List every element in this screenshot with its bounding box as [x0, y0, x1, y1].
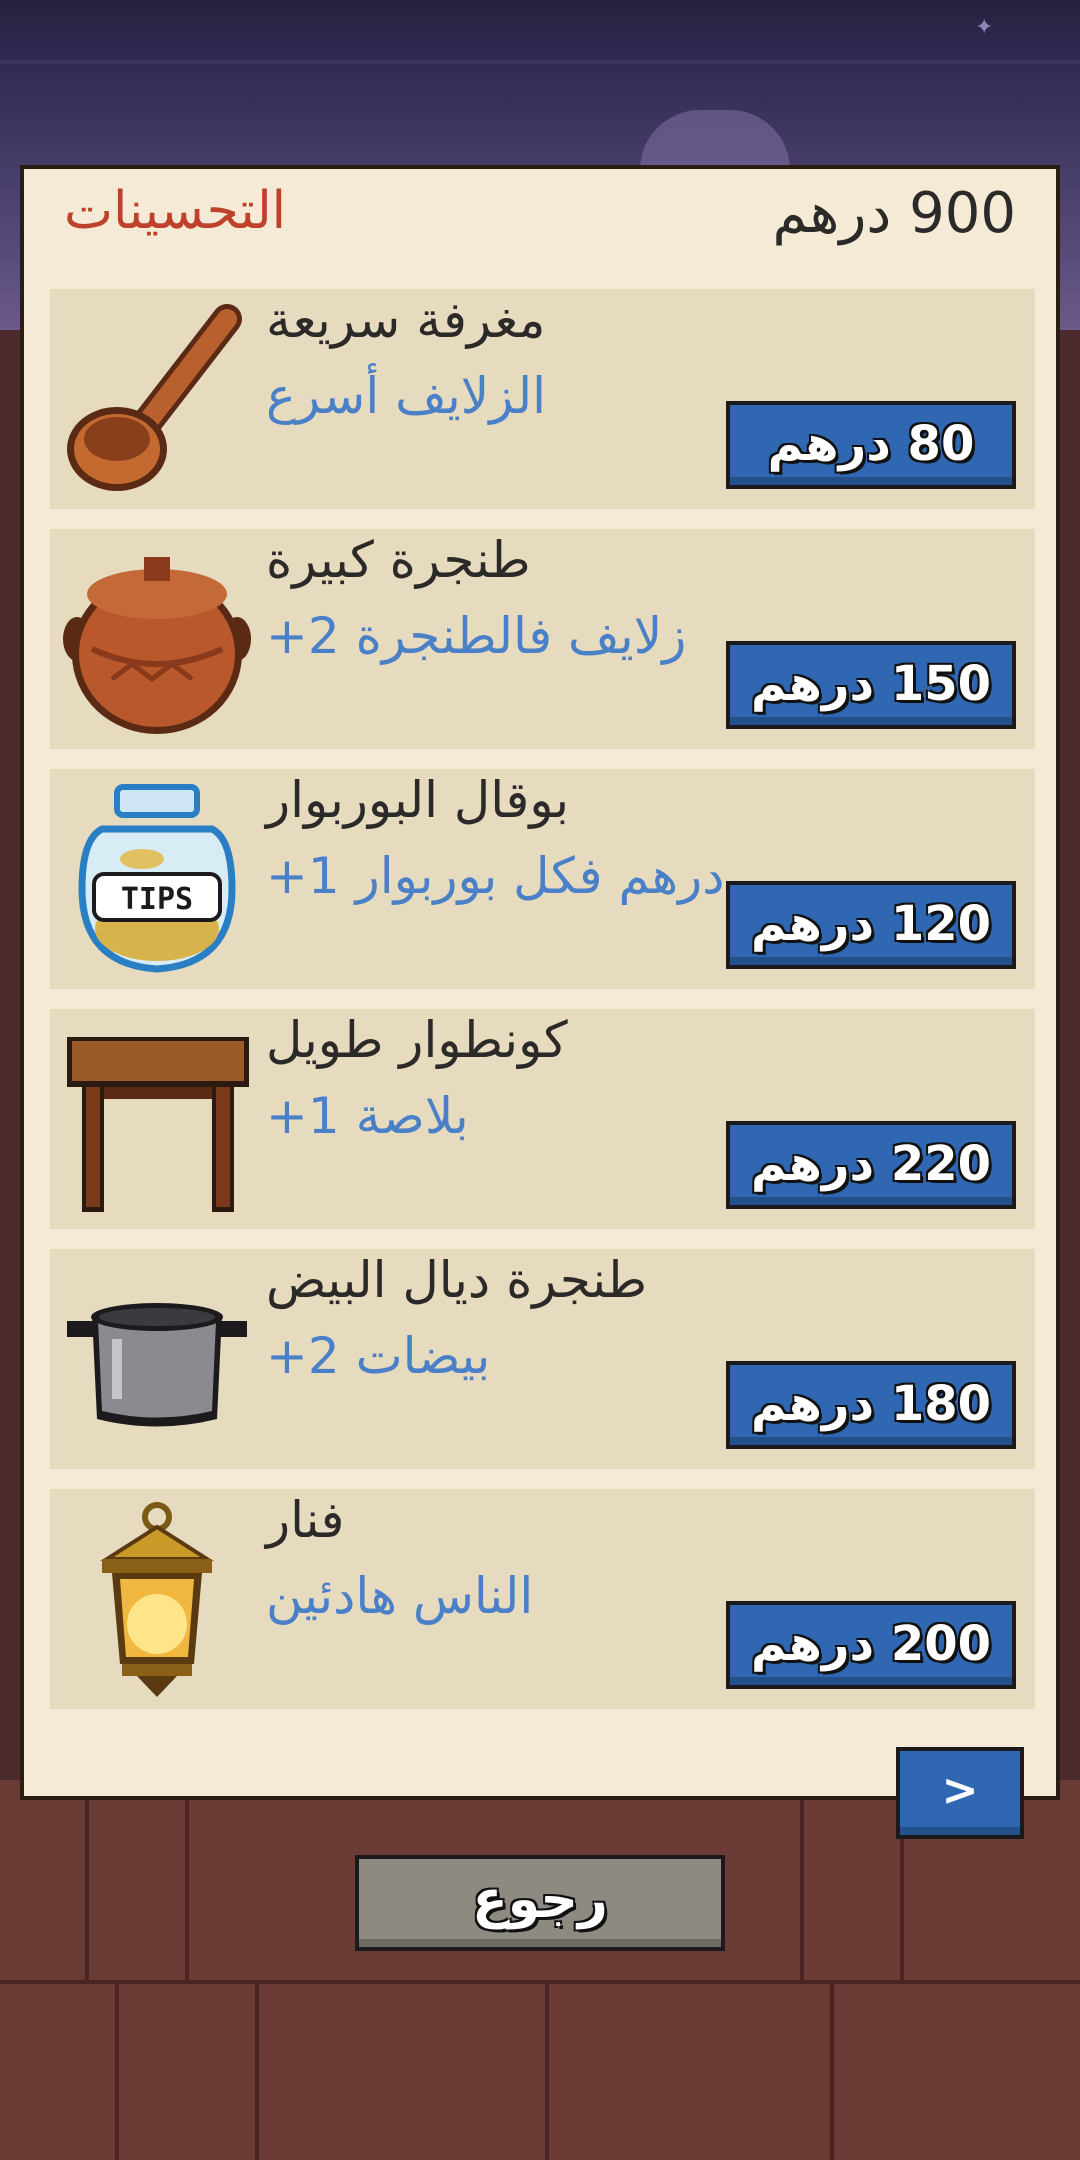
back-button[interactable]: رجوع	[355, 1855, 725, 1951]
table-icon	[67, 1037, 249, 1212]
plank	[255, 1980, 259, 2160]
upgrade-row-tips-jar: TIPS بوقال البوربوار +1 درهم فكل بوربوار…	[50, 769, 1035, 989]
next-page-button[interactable]: >	[896, 1747, 1024, 1839]
egg-pot-icon	[67, 1303, 247, 1427]
item-name: طنجرة ديال البيض	[266, 1251, 648, 1309]
upgrade-row-ladle: مغرفة سريعة الزلايف أسرع 80 درهم	[50, 289, 1035, 509]
lantern-icon	[100, 1502, 214, 1697]
plank	[830, 1980, 834, 2160]
buy-button-egg-pot[interactable]: 180 درهم	[726, 1361, 1016, 1449]
buy-button-lantern[interactable]: 200 درهم	[726, 1601, 1016, 1689]
plank	[85, 1780, 89, 1980]
upgrade-row-pot: طنجرة كبيرة +2 زلايف فالطنجرة 150 درهم	[50, 529, 1035, 749]
plank	[545, 1980, 549, 2160]
upgrade-row-egg-pot: طنجرة ديال البيض +2 بيضات 180 درهم	[50, 1249, 1035, 1469]
item-desc: +2 بيضات	[266, 1327, 491, 1385]
plank	[800, 1780, 804, 1980]
upgrades-panel: التحسينات 900 درهم مغرفة سريعة الزلايف أ…	[20, 165, 1060, 1800]
buy-button-table[interactable]: 220 درهم	[726, 1121, 1016, 1209]
plank	[115, 1980, 119, 2160]
item-name: طنجرة كبيرة	[266, 531, 531, 589]
upgrade-row-table: كونطوار طويل +1 بلاصة 220 درهم	[50, 1009, 1035, 1229]
item-desc: الناس هادئين	[266, 1567, 534, 1625]
item-desc: +2 زلايف فالطنجرة	[266, 607, 687, 665]
floor-line	[0, 1980, 1080, 1984]
item-name: مغرفة سريعة	[266, 291, 546, 349]
panel-title: التحسينات	[64, 181, 287, 241]
upgrade-row-lantern: فنار الناس هادئين 200 درهم	[50, 1489, 1035, 1709]
sky-band	[0, 60, 1080, 64]
ladle-icon	[67, 304, 242, 491]
plank	[185, 1780, 189, 1980]
item-desc: الزلايف أسرع	[266, 367, 547, 425]
item-name: فنار	[266, 1491, 345, 1549]
star-icon: ✦	[975, 15, 994, 40]
jar-label: TIPS	[121, 882, 193, 917]
item-desc: +1 درهم فكل بوربوار	[266, 847, 725, 905]
item-desc: +1 بلاصة	[266, 1087, 469, 1145]
item-name: بوقال البوربوار	[266, 771, 570, 829]
money-display: 900 درهم	[772, 181, 1016, 246]
buy-button-pot[interactable]: 150 درهم	[726, 641, 1016, 729]
buy-button-tips-jar[interactable]: 120 درهم	[726, 881, 1016, 969]
clay-pot-icon	[63, 557, 251, 734]
tips-jar-icon: TIPS	[78, 784, 236, 973]
buy-button-ladle[interactable]: 80 درهم	[726, 401, 1016, 489]
item-name: كونطوار طويل	[266, 1011, 568, 1069]
